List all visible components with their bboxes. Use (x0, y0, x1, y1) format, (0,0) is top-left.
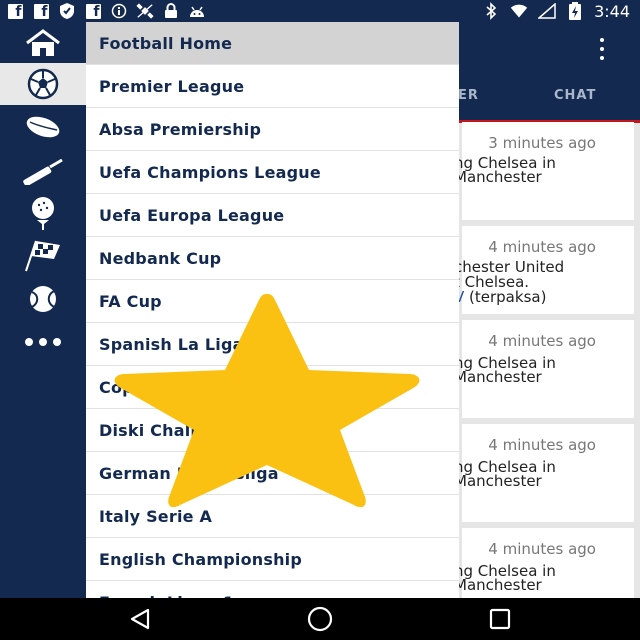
drawer-item-ligue-1[interactable]: French Ligue 1 (86, 581, 459, 599)
facebook-icon: f (6, 2, 24, 20)
home-circle-icon (307, 606, 333, 632)
facebook-icon: f (84, 2, 102, 20)
system-icons: 3:44 (482, 0, 630, 22)
facebook-icon: f (32, 2, 50, 20)
card-time: 4 minutes ago (488, 332, 596, 350)
card-text: Manchester (454, 168, 542, 186)
battery-charging-icon (566, 2, 584, 20)
rail-item-home[interactable] (0, 22, 86, 64)
feed-card[interactable]: 4 minutes ago ng Chelsea in Manchester (454, 528, 634, 598)
tennis-ball-icon (30, 286, 56, 312)
checkered-flag-icon (25, 240, 60, 272)
card-text: Manchester (454, 472, 542, 490)
card-text: (terpaksa) (464, 288, 547, 306)
back-button[interactable] (126, 606, 154, 632)
rail-item-tennis[interactable] (0, 278, 86, 320)
satellite-icon (136, 2, 154, 20)
status-bar: f f f 3:44 (0, 0, 640, 22)
card-time: 4 minutes ago (488, 540, 596, 558)
rail-item-motorsport[interactable] (0, 235, 86, 277)
feed-card[interactable]: 4 minutes ago chester United t Chelsea. … (454, 226, 634, 314)
golf-ball-icon (32, 197, 54, 230)
star-icon (114, 294, 420, 508)
drawer-item-europa-league[interactable]: Uefa Europa League (86, 194, 459, 237)
overflow-menu-icon[interactable] (600, 38, 606, 60)
feed-card[interactable]: 4 minutes ago ng Chelsea in Manchester (454, 424, 634, 522)
android-icon (188, 2, 206, 20)
soccer-ball-icon (27, 68, 59, 100)
card-text: Manchester (454, 576, 542, 594)
rugby-ball-icon (26, 116, 60, 138)
wifi-icon (510, 2, 528, 20)
card-time: 4 minutes ago (488, 238, 596, 256)
card-time: 4 minutes ago (488, 436, 596, 454)
tab-chat[interactable]: CHAT (554, 88, 596, 103)
info-icon (110, 2, 128, 20)
lock-icon (162, 2, 180, 20)
bluetooth-icon (482, 2, 500, 20)
feed-card[interactable]: 3 minutes ago ng Chelsea in Manchester (454, 122, 634, 220)
drawer-item-premier-league[interactable]: Premier League (86, 65, 459, 108)
home-icon (26, 29, 60, 56)
drawer-item-football-home[interactable]: Football Home (86, 22, 459, 65)
home-button[interactable] (306, 606, 334, 632)
shield-icon (58, 2, 76, 20)
recents-button[interactable] (486, 606, 514, 632)
drawer-item-nedbank-cup[interactable]: Nedbank Cup (86, 237, 459, 280)
card-time: 3 minutes ago (488, 134, 596, 152)
rail-item-football[interactable] (0, 63, 86, 105)
drawer-item-absa-premiership[interactable]: Absa Premiership (86, 108, 459, 151)
cricket-bat-icon (23, 158, 63, 185)
rail-item-golf[interactable] (0, 192, 86, 234)
system-nav-bar (0, 598, 640, 640)
recents-icon (489, 608, 511, 630)
feed-card[interactable]: 4 minutes ago ng Chelsea in Manchester (454, 320, 634, 418)
rail-item-rugby[interactable] (0, 106, 86, 148)
rail-item-more[interactable] (0, 321, 86, 363)
drawer-item-english-championship[interactable]: English Championship (86, 538, 459, 581)
tab-partial[interactable]: ER (458, 88, 479, 103)
drawer-item-champions-league[interactable]: Uefa Champions League (86, 151, 459, 194)
signal-icon (538, 2, 556, 20)
card-text: V (terpaksa) (454, 288, 546, 306)
notification-icons: f f f (6, 2, 206, 20)
back-icon (130, 608, 150, 630)
more-icon (25, 338, 61, 346)
rail-item-cricket[interactable] (0, 149, 86, 191)
status-time: 3:44 (594, 1, 630, 21)
sport-rail (0, 22, 86, 598)
card-text: Manchester (454, 368, 542, 386)
